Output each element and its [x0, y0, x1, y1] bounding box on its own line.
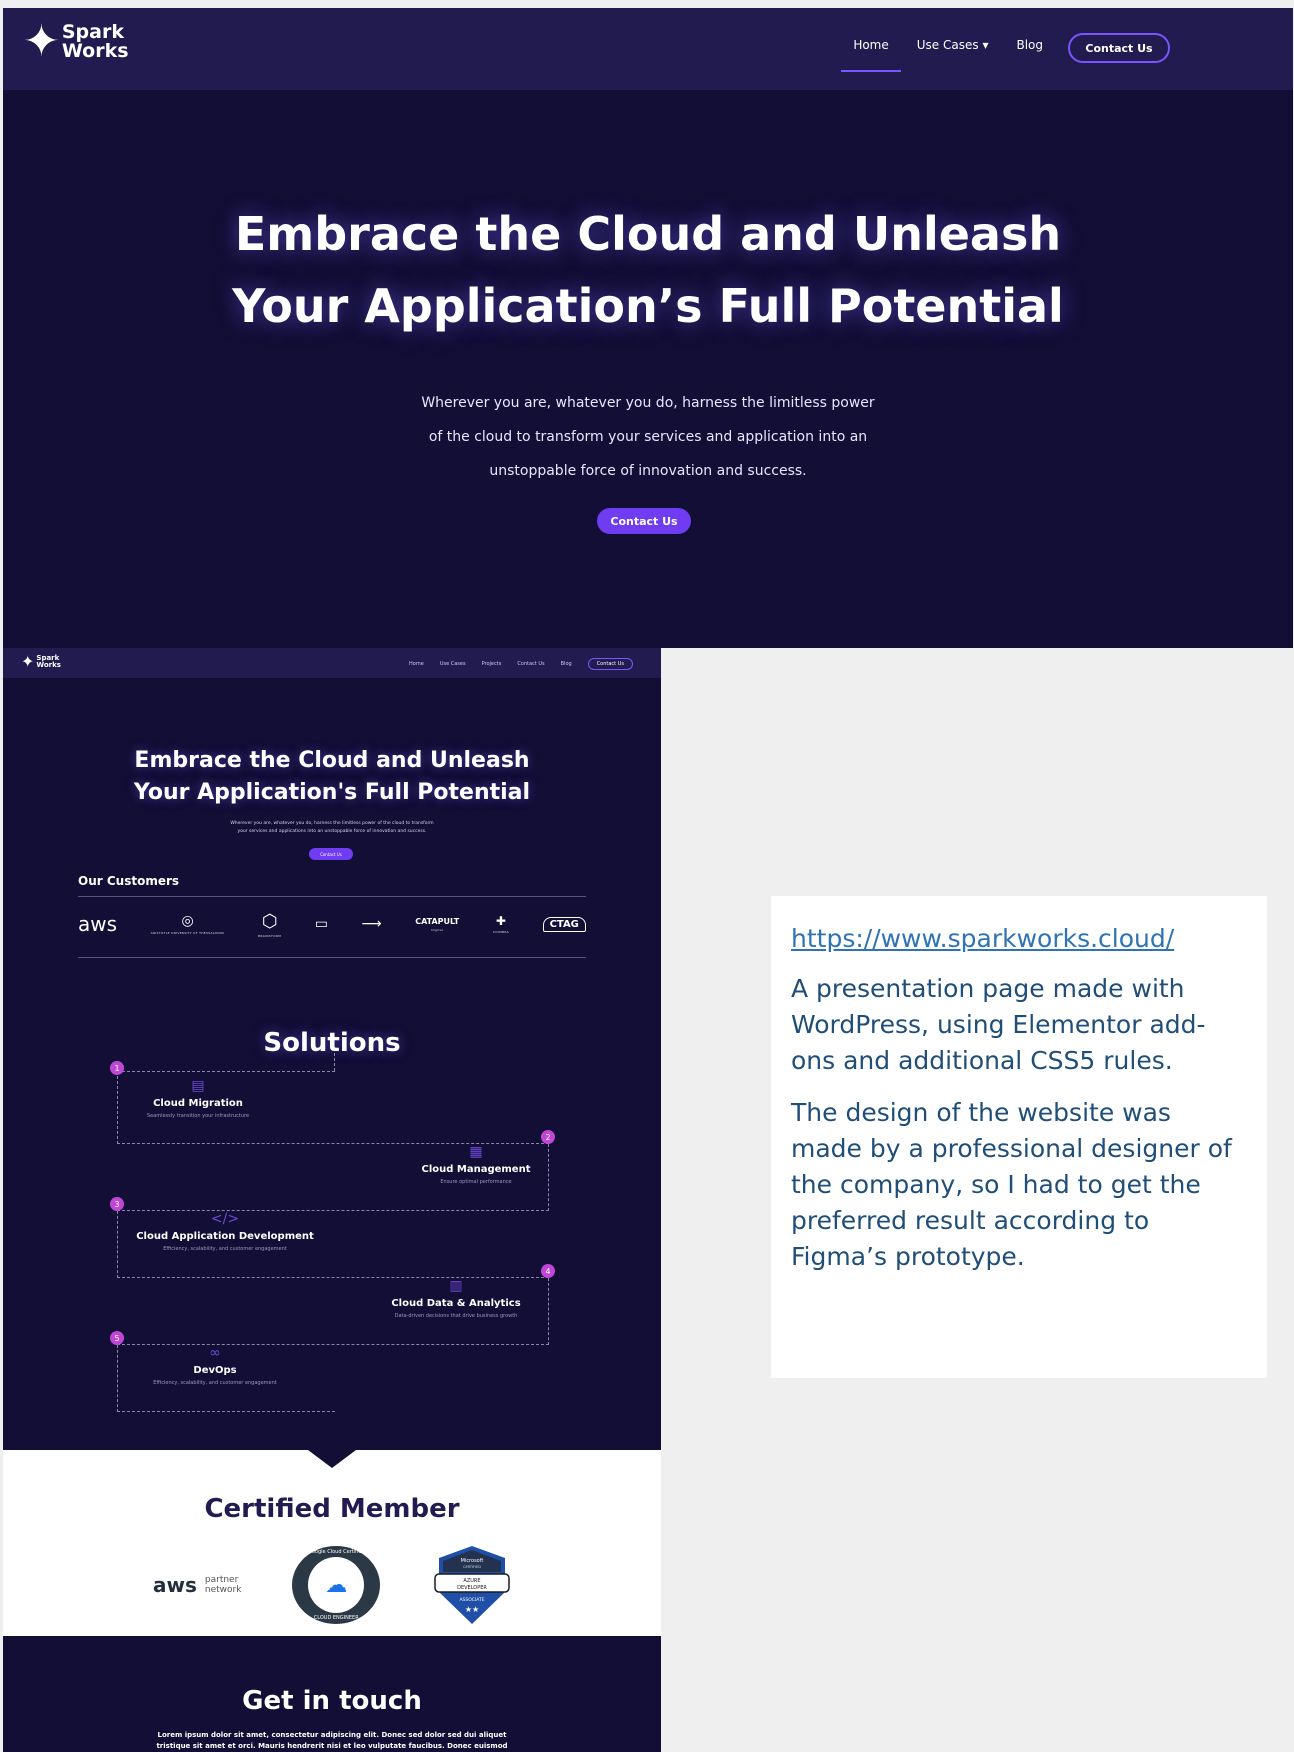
get-in-touch-heading: Get in touch [242, 1686, 422, 1716]
aws-partner-logo: aws partner network [153, 1573, 242, 1597]
nav-use-cases[interactable]: Use Cases ▾ [917, 38, 989, 52]
certified-heading: Certified Member [204, 1494, 460, 1524]
mini-logo[interactable]: ✦ Spark Works [21, 654, 61, 670]
step-number: 3 [110, 1197, 124, 1211]
server-icon: ▤ [191, 1078, 205, 1094]
svg-text:AZURE: AZURE [463, 1578, 480, 1584]
microsoft-azure-badge: Microsoft CERTIFIED AZURE DEVELOPER ASSO… [434, 1546, 510, 1624]
customers-heading: Our Customers [78, 874, 180, 888]
description-paragraph-2: The design of the website was made by a … [791, 1098, 1232, 1271]
certification-logos: aws partner network Google Cloud Certifie… [153, 1545, 513, 1625]
customer-logo-ctag: CTAG [542, 916, 586, 932]
step-number: 5 [110, 1331, 124, 1345]
mini-hero-subtitle: Wherever you are, whatever you do, harne… [230, 821, 434, 834]
get-in-touch-text: Lorem ipsum dolor sit amet, consectetur … [156, 1731, 508, 1750]
mini-nav-contact[interactable]: Contact Us [517, 661, 544, 667]
sparkle-icon: ✦ [21, 652, 35, 671]
customer-logo-coimbra: ✚ COIMBRA [492, 914, 509, 934]
navbar: ✦ Spark Works Home Use Cases ▾ Blog Conta… [3, 8, 1293, 90]
nav-blog[interactable]: Blog [1016, 38, 1043, 52]
customer-logo-auth: ◎ ARISTOTLE UNIVERSITY OF THESSALONIKI [150, 913, 225, 935]
mini-navbar: ✦ Spark Works Home Use Cases Projects Con… [3, 648, 661, 678]
description-paragraph-1: A presentation page made with WordPress,… [791, 974, 1206, 1075]
hero-screenshot: ✦ Spark Works Home Use Cases ▾ Blog Conta… [3, 8, 1293, 648]
mini-nav-use-cases[interactable]: Use Cases [440, 661, 466, 667]
logo[interactable]: ✦ Spark Works [23, 20, 129, 64]
mini-hero-title: Embrace the Cloud and Unleash Your Appli… [133, 748, 531, 805]
step-number: 1 [110, 1061, 124, 1075]
grid-icon: ▦ [469, 1144, 483, 1160]
svg-text:Microsoft: Microsoft [461, 1558, 484, 1564]
nav-home[interactable]: Home [841, 38, 902, 72]
mini-nav-cta[interactable]: Contact Us [587, 658, 633, 670]
code-icon: </> [210, 1211, 240, 1227]
section-notch [308, 1450, 356, 1468]
customer-logo-5: ⟶ [361, 916, 382, 932]
connector [334, 1053, 335, 1071]
hero-title: Embrace the Cloud and Unleash Your Appli… [232, 207, 1064, 333]
customer-logo-brainstorm: ⬡ BRAINSTORM [258, 910, 282, 938]
step-number: 2 [541, 1130, 555, 1144]
solution-cloud-management[interactable]: ▦ Cloud Management Ensure optimal perfor… [401, 1144, 551, 1185]
customer-logo-4: ▭ [314, 916, 328, 932]
database-icon: ▥ [449, 1278, 463, 1294]
hero-subtitle: Wherever you are, whatever you do, harne… [421, 395, 875, 479]
solutions-heading: Solutions [263, 1028, 401, 1058]
website-link[interactable]: https://www.sparkworks.cloud/ [791, 924, 1247, 953]
solution-devops[interactable]: ∞ DevOps Efficiency, scalability, and cu… [125, 1345, 305, 1386]
google-cloud-icon: ☁ [308, 1557, 365, 1613]
customer-logo-aws: aws [78, 912, 118, 936]
svg-text:CERTIFIED: CERTIFIED [463, 1565, 481, 1569]
description-card: https://www.sparkworks.cloud/ A presenta… [771, 896, 1267, 1378]
mini-nav-projects[interactable]: Projects [482, 661, 502, 667]
get-in-touch-section: Get in touch Lorem ipsum dolor sit amet,… [3, 1654, 661, 1752]
solution-cloud-migration[interactable]: ▤ Cloud Migration Seamlessly transition … [133, 1078, 263, 1119]
svg-text:DEVELOPER: DEVELOPER [457, 1585, 487, 1591]
certified-section: Certified Member aws partner network Goog… [3, 1450, 661, 1636]
fullpage-screenshot: ✦ Spark Works Home Use Cases Projects Con… [3, 648, 661, 1752]
solution-cloud-app-dev[interactable]: </> Cloud Application Development Effici… [125, 1211, 325, 1252]
customer-logo-catapult: CATAPULT Digital [415, 916, 460, 932]
infinity-icon: ∞ [209, 1345, 221, 1361]
mini-nav-home[interactable]: Home [409, 661, 424, 667]
google-cloud-badge: Google Cloud Certified ☁ CLOUD ENGINEER [292, 1546, 381, 1624]
mini-nav-blog[interactable]: Blog [561, 661, 572, 667]
divider [78, 896, 586, 897]
customer-logos: aws ◎ ARISTOTLE UNIVERSITY OF THESSALONIK… [78, 908, 586, 940]
mini-contact-button[interactable]: Contact Us [309, 848, 353, 860]
caret-down-icon: ▾ [982, 38, 989, 52]
svg-text:★★: ★★ [465, 1605, 479, 1614]
mini-nav-links: Home Use Cases Projects Contact Us Blog … [409, 658, 633, 670]
sparkle-icon: ✦ [23, 16, 60, 67]
nav-contact-button[interactable]: Contact Us [1068, 33, 1170, 63]
divider [78, 957, 586, 958]
svg-text:ASSOCIATE: ASSOCIATE [459, 1597, 484, 1603]
solution-cloud-data[interactable]: ▥ Cloud Data & Analytics Data-driven dec… [371, 1278, 541, 1319]
step-number: 4 [541, 1264, 555, 1278]
hero-contact-button[interactable]: Contact Us [597, 508, 691, 534]
